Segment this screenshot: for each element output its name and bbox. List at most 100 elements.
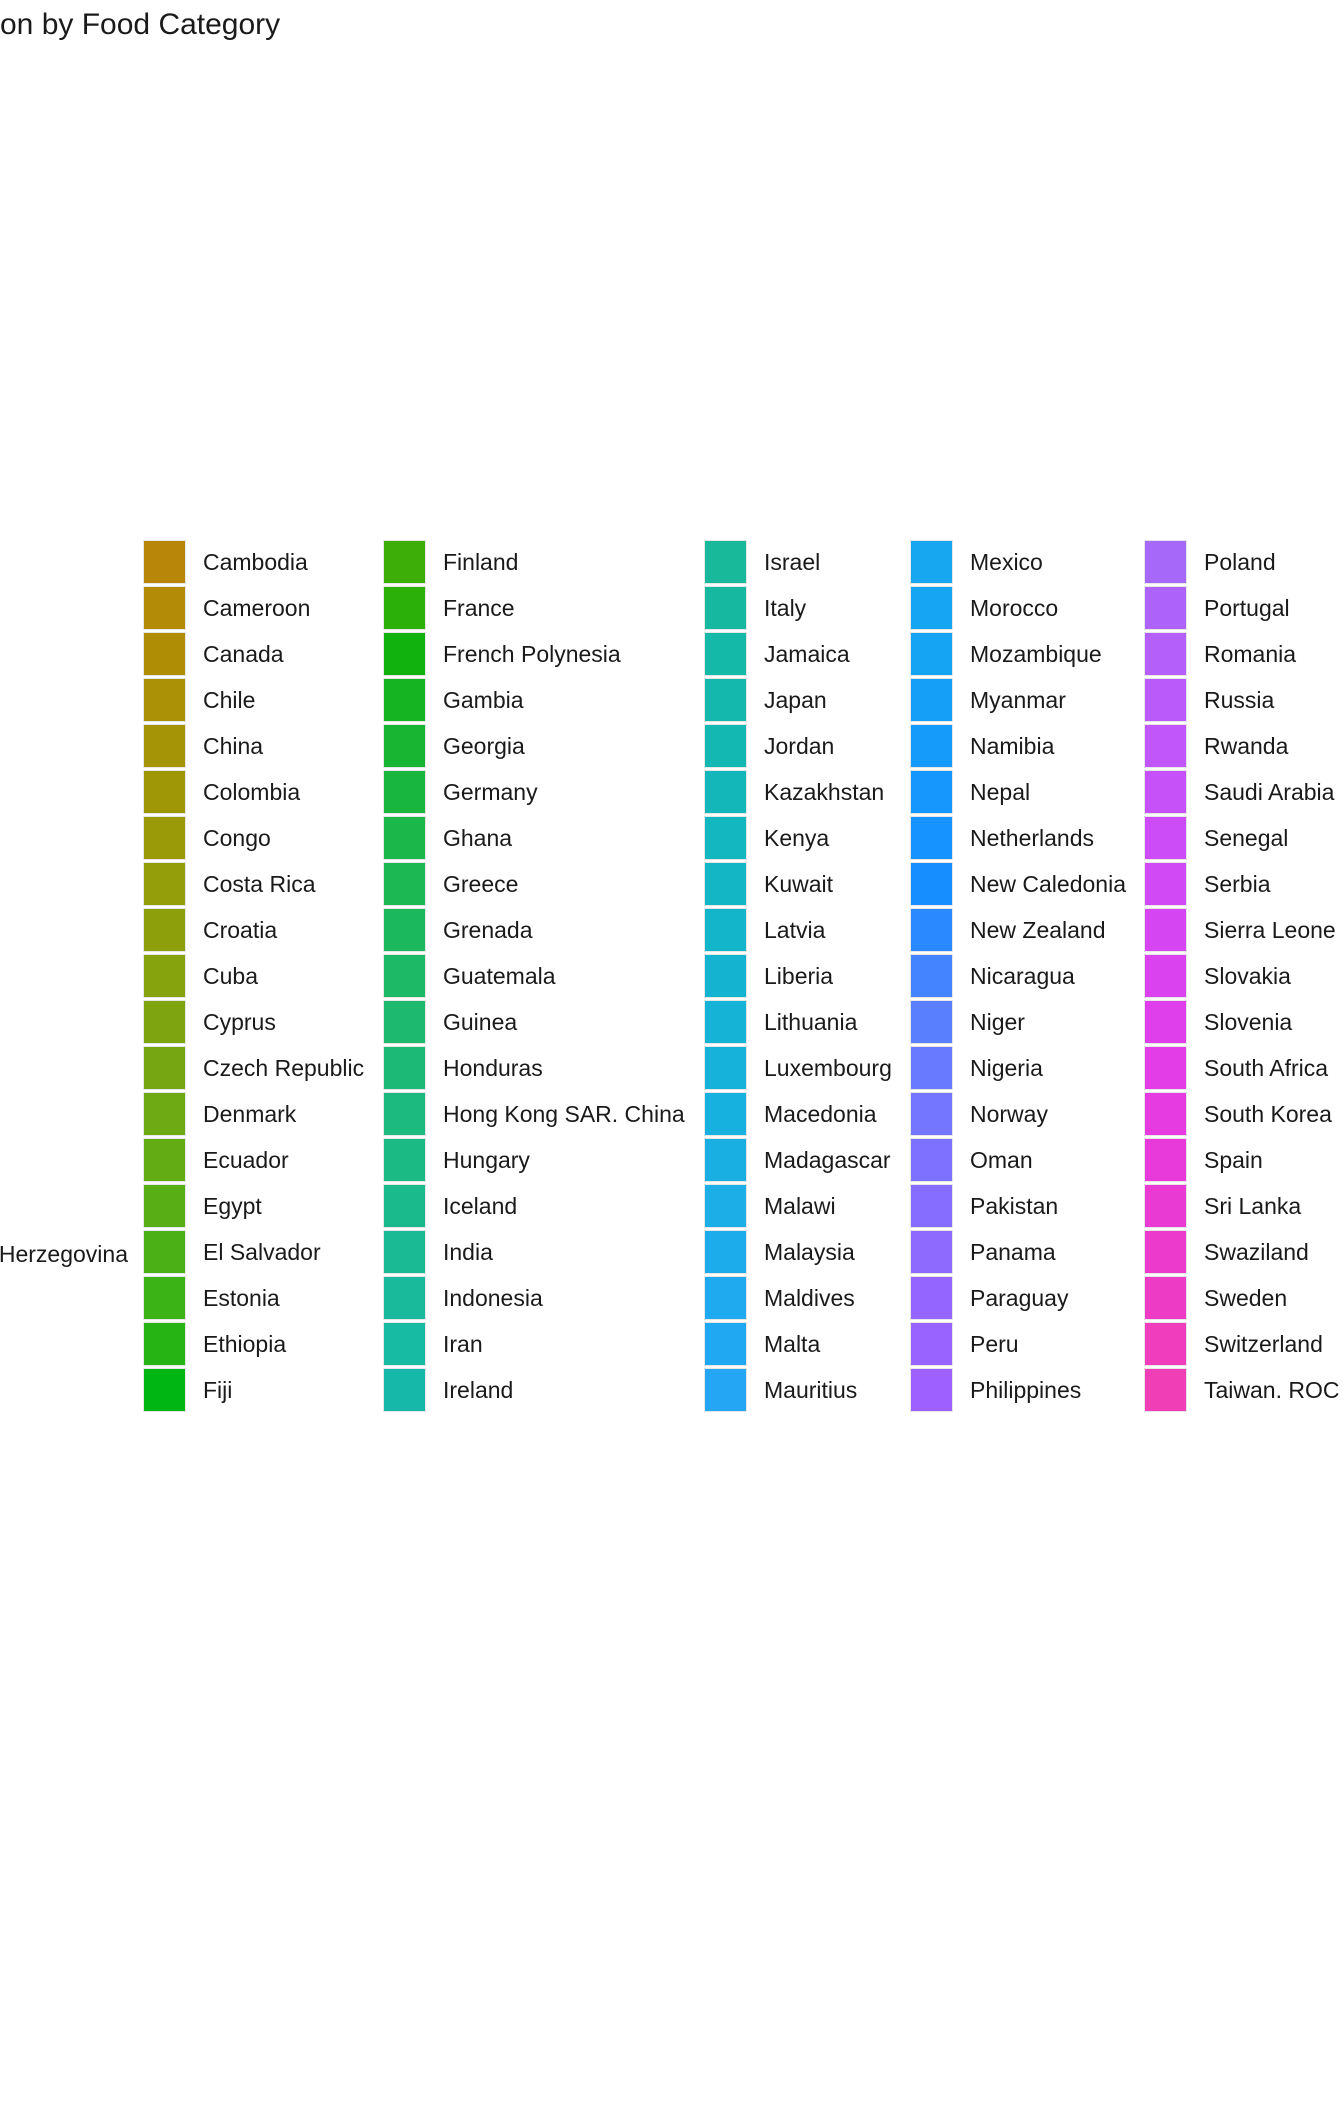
legend-swatch bbox=[704, 1092, 747, 1136]
legend-swatch bbox=[1144, 724, 1187, 768]
legend-label: Slovenia bbox=[1204, 1009, 1293, 1035]
legend-label: Maldives bbox=[764, 1285, 855, 1311]
legend-label: Ghana bbox=[443, 825, 513, 851]
legend-swatch bbox=[704, 540, 747, 584]
legend-label: France bbox=[443, 595, 515, 621]
legend-swatch bbox=[1144, 632, 1187, 676]
legend-label: Iran bbox=[443, 1331, 483, 1357]
legend-swatch bbox=[383, 1230, 426, 1274]
legend-swatch bbox=[704, 908, 747, 952]
legend-label: Greece bbox=[443, 871, 519, 897]
legend-label: Liberia bbox=[764, 963, 834, 989]
legend-label: Malta bbox=[764, 1331, 821, 1357]
legend-label: South Africa bbox=[1204, 1055, 1329, 1081]
legend-swatch bbox=[910, 1000, 953, 1044]
legend-swatch bbox=[1144, 1092, 1187, 1136]
legend-label: Indonesia bbox=[443, 1285, 543, 1311]
legend-label: Egypt bbox=[203, 1193, 262, 1219]
legend-swatch bbox=[704, 1276, 747, 1320]
legend-label: Nigeria bbox=[970, 1055, 1043, 1081]
legend-label: Poland bbox=[1204, 549, 1276, 575]
legend-label: Finland bbox=[443, 549, 519, 575]
legend-label: Fiji bbox=[203, 1377, 233, 1403]
legend-label: Germany bbox=[443, 779, 538, 805]
legend-swatch bbox=[704, 1184, 747, 1228]
legend-swatch bbox=[143, 540, 186, 584]
legend-swatch bbox=[143, 862, 186, 906]
legend-label: India bbox=[443, 1239, 493, 1265]
legend-label: Lithuania bbox=[764, 1009, 858, 1035]
legend-label: Congo bbox=[203, 825, 271, 851]
legend-swatch bbox=[704, 862, 747, 906]
legend-swatch bbox=[1144, 862, 1187, 906]
legend-label: Niger bbox=[970, 1009, 1025, 1035]
legend-label: Mozambique bbox=[970, 641, 1102, 667]
legend-label: Russia bbox=[1204, 687, 1275, 713]
legend-swatch bbox=[143, 1000, 186, 1044]
legend-swatch bbox=[383, 1322, 426, 1366]
legend-swatch bbox=[910, 1276, 953, 1320]
legend-label: Iceland bbox=[443, 1193, 518, 1219]
legend-swatch bbox=[910, 1046, 953, 1090]
legend-swatch bbox=[910, 908, 953, 952]
legend-label: Morocco bbox=[970, 595, 1059, 621]
legend-swatch bbox=[383, 1000, 426, 1044]
legend-swatch bbox=[383, 816, 426, 860]
legend-swatch bbox=[383, 1184, 426, 1228]
legend-swatch bbox=[383, 678, 426, 722]
legend-swatch bbox=[1144, 1184, 1187, 1228]
legend-label: Ireland bbox=[443, 1377, 514, 1403]
legend-label: Costa Rica bbox=[203, 871, 316, 897]
legend-label: Panama bbox=[970, 1239, 1056, 1265]
legend-swatch bbox=[910, 862, 953, 906]
legend-label: Portugal bbox=[1204, 595, 1290, 621]
legend-label: Macedonia bbox=[764, 1101, 877, 1127]
legend-swatch bbox=[910, 1184, 953, 1228]
legend-label: New Zealand bbox=[970, 917, 1106, 943]
legend-label: Norway bbox=[970, 1101, 1048, 1127]
legend-swatch bbox=[383, 862, 426, 906]
legend-label: Guatemala bbox=[443, 963, 556, 989]
legend-swatch bbox=[383, 724, 426, 768]
legend-label: Switzerland bbox=[1204, 1331, 1323, 1357]
legend-swatch bbox=[1144, 1000, 1187, 1044]
legend-swatch bbox=[143, 586, 186, 630]
legend-swatch bbox=[383, 586, 426, 630]
legend-swatch bbox=[383, 1092, 426, 1136]
legend-swatch bbox=[383, 954, 426, 998]
legend-swatch bbox=[704, 1138, 747, 1182]
legend-swatch bbox=[910, 586, 953, 630]
legend-label: Gambia bbox=[443, 687, 524, 713]
legend-label: Canada bbox=[203, 641, 284, 667]
legend-swatch bbox=[910, 816, 953, 860]
legend-swatch bbox=[910, 540, 953, 584]
legend-label: Oman bbox=[970, 1147, 1033, 1173]
legend-label: Philippines bbox=[970, 1377, 1082, 1403]
legend-label: Grenada bbox=[443, 917, 533, 943]
legend-swatch bbox=[383, 770, 426, 814]
legend-label: Kenya bbox=[764, 825, 830, 851]
legend-label: Senegal bbox=[1204, 825, 1289, 851]
legend-label: Latvia bbox=[764, 917, 826, 943]
legend-swatch bbox=[383, 1046, 426, 1090]
legend-label: Cyprus bbox=[203, 1009, 276, 1035]
legend-label: Honduras bbox=[443, 1055, 543, 1081]
legend-label: New Caledonia bbox=[970, 871, 1126, 897]
legend-label: South Korea bbox=[1204, 1101, 1332, 1127]
legend-swatch bbox=[1144, 1368, 1187, 1412]
legend-swatch bbox=[383, 1368, 426, 1412]
legend-swatch bbox=[383, 1138, 426, 1182]
legend-swatch bbox=[1144, 1046, 1187, 1090]
legend-swatch bbox=[910, 1368, 953, 1412]
legend-label: El Salvador bbox=[203, 1239, 321, 1265]
legend-label: Mexico bbox=[970, 549, 1043, 575]
legend-label: Mauritius bbox=[764, 1377, 858, 1403]
legend-swatch bbox=[143, 908, 186, 952]
legend-swatch bbox=[910, 678, 953, 722]
legend-label: Georgia bbox=[443, 733, 525, 759]
legend-label: Sweden bbox=[1204, 1285, 1288, 1311]
legend-swatch bbox=[143, 632, 186, 676]
legend-label: Guinea bbox=[443, 1009, 518, 1035]
legend-label-cut: Herzegovina bbox=[0, 1241, 128, 1267]
legend-swatch bbox=[143, 1230, 186, 1274]
